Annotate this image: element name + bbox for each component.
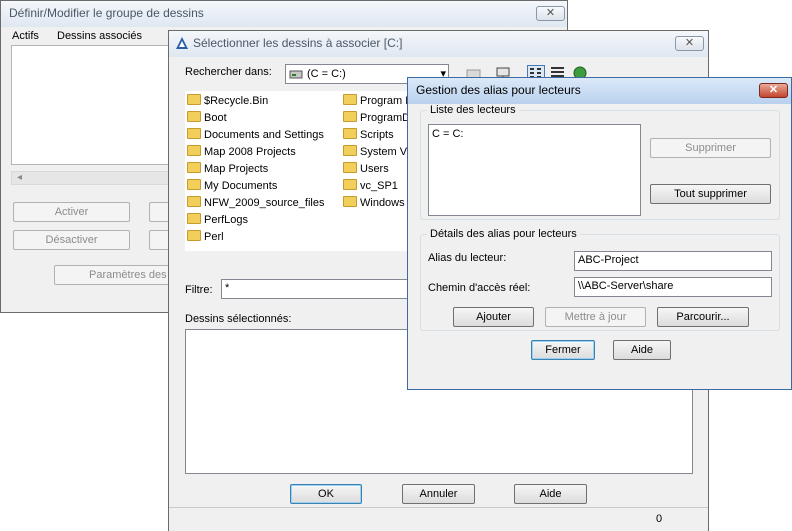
aide-button[interactable]: Aide	[613, 340, 671, 360]
column-dessins-associes[interactable]: Dessins associés	[57, 30, 142, 42]
dessins-selectionnes-label: Dessins sélectionnés:	[185, 313, 292, 325]
list-item[interactable]: Program F	[343, 93, 409, 109]
folder-icon	[343, 128, 357, 139]
alias-lecteur-label: Alias du lecteur:	[428, 252, 507, 264]
chemin-acces-value: \\ABC-Server\share	[578, 280, 674, 292]
folder-icon	[187, 196, 201, 207]
folder-icon	[343, 145, 357, 156]
list-item[interactable]: System Vo	[343, 144, 409, 160]
title-bar[interactable]: Définir/Modifier le groupe de dessins	[1, 1, 567, 27]
rechercher-value: (C = C:)	[307, 68, 346, 80]
ok-button[interactable]: OK	[290, 484, 362, 504]
list-item[interactable]: Users	[343, 161, 389, 177]
folder-icon	[187, 162, 201, 173]
activer-button[interactable]: Activer	[13, 202, 130, 222]
fermer-button[interactable]: Fermer	[531, 340, 595, 360]
close-button[interactable]: ✕	[759, 83, 788, 98]
list-item[interactable]: Map 2008 Projects	[187, 144, 296, 160]
drive-list[interactable]: C = C:	[428, 124, 641, 216]
close-button[interactable]: ✕	[536, 6, 565, 21]
file-browser-list-right[interactable]: Program F ProgramDa Scripts System Vo Us…	[341, 91, 409, 251]
list-item[interactable]: Perl	[187, 229, 224, 245]
folder-icon	[187, 230, 201, 241]
close-icon: ✕	[545, 7, 556, 19]
list-item[interactable]: My Documents	[187, 178, 277, 194]
folder-icon	[187, 213, 201, 224]
folder-icon	[187, 94, 201, 105]
desactiver-button[interactable]: Désactiver	[13, 230, 130, 250]
list-item[interactable]: Scripts	[343, 127, 394, 143]
mettre-a-jour-button[interactable]: Mettre à jour	[545, 307, 646, 327]
folder-icon	[187, 128, 201, 139]
column-actifs[interactable]: Actifs	[12, 30, 39, 42]
tout-supprimer-button[interactable]: Tout supprimer	[650, 184, 771, 204]
list-item[interactable]: $Recycle.Bin	[187, 93, 268, 109]
title-bar[interactable]: Gestion des alias pour lecteurs	[408, 78, 791, 104]
supprimer-button[interactable]: Supprimer	[650, 138, 771, 158]
status-count: 0	[656, 513, 663, 525]
annuler-button[interactable]: Annuler	[402, 484, 475, 504]
list-item[interactable]: Boot	[187, 110, 227, 126]
folder-icon	[343, 94, 357, 105]
list-item[interactable]: Map Projects	[187, 161, 268, 177]
parcourir-button[interactable]: Parcourir...	[657, 307, 749, 327]
folder-icon	[343, 162, 357, 173]
close-icon: ✕	[768, 84, 779, 96]
filtre-value: *	[225, 282, 230, 294]
filtre-label: Filtre:	[185, 284, 213, 296]
folder-icon	[343, 196, 357, 207]
list-item[interactable]: Windows	[343, 195, 405, 211]
window-title: Gestion des alias pour lecteurs	[416, 83, 581, 97]
list-item[interactable]: NFW_2009_source_files	[187, 195, 324, 211]
details-alias-title: Détails des alias pour lecteurs	[427, 228, 580, 240]
title-bar[interactable]: Sélectionner les dessins à associer [C:]	[169, 31, 708, 57]
folder-icon	[187, 111, 201, 122]
scroll-left-icon[interactable]: ◂	[17, 172, 22, 183]
parametres-button[interactable]: Paramètres des d	[54, 265, 179, 285]
folder-icon	[343, 179, 357, 190]
window-title: Définir/Modifier le groupe de dessins	[9, 6, 204, 20]
drive-icon	[289, 68, 303, 80]
list-item[interactable]: PerfLogs	[187, 212, 248, 228]
folder-icon	[187, 145, 201, 156]
aide-button[interactable]: Aide	[514, 484, 587, 504]
status-bar: 0	[169, 507, 708, 531]
window-gestion-alias: Gestion des alias pour lecteurs ✕ Liste …	[407, 77, 792, 390]
list-item[interactable]: Documents and Settings	[187, 127, 324, 143]
horizontal-scrollbar[interactable]: ◂	[11, 171, 173, 185]
alias-lecteur-value: ABC-Project	[578, 254, 639, 266]
ajouter-button[interactable]: Ajouter	[453, 307, 534, 327]
close-button[interactable]: ✕	[675, 36, 704, 51]
drawings-list[interactable]	[11, 45, 173, 165]
list-item[interactable]: C = C:	[432, 126, 463, 142]
window-title: Sélectionner les dessins à associer [C:]	[193, 36, 403, 50]
liste-lecteurs-title: Liste des lecteurs	[427, 104, 519, 116]
list-item[interactable]: ProgramDa	[343, 110, 409, 126]
app-icon	[175, 36, 189, 50]
filtre-input[interactable]: *	[221, 279, 409, 299]
rechercher-label: Rechercher dans:	[185, 66, 272, 78]
folder-icon	[343, 111, 357, 122]
close-icon: ✕	[684, 37, 695, 49]
folder-icon	[187, 179, 201, 190]
chemin-acces-label: Chemin d'accès réel:	[428, 282, 531, 294]
chemin-acces-input[interactable]: \\ABC-Server\share	[574, 277, 772, 297]
alias-lecteur-input[interactable]: ABC-Project	[574, 251, 772, 271]
list-item[interactable]: vc_SP1	[343, 178, 398, 194]
